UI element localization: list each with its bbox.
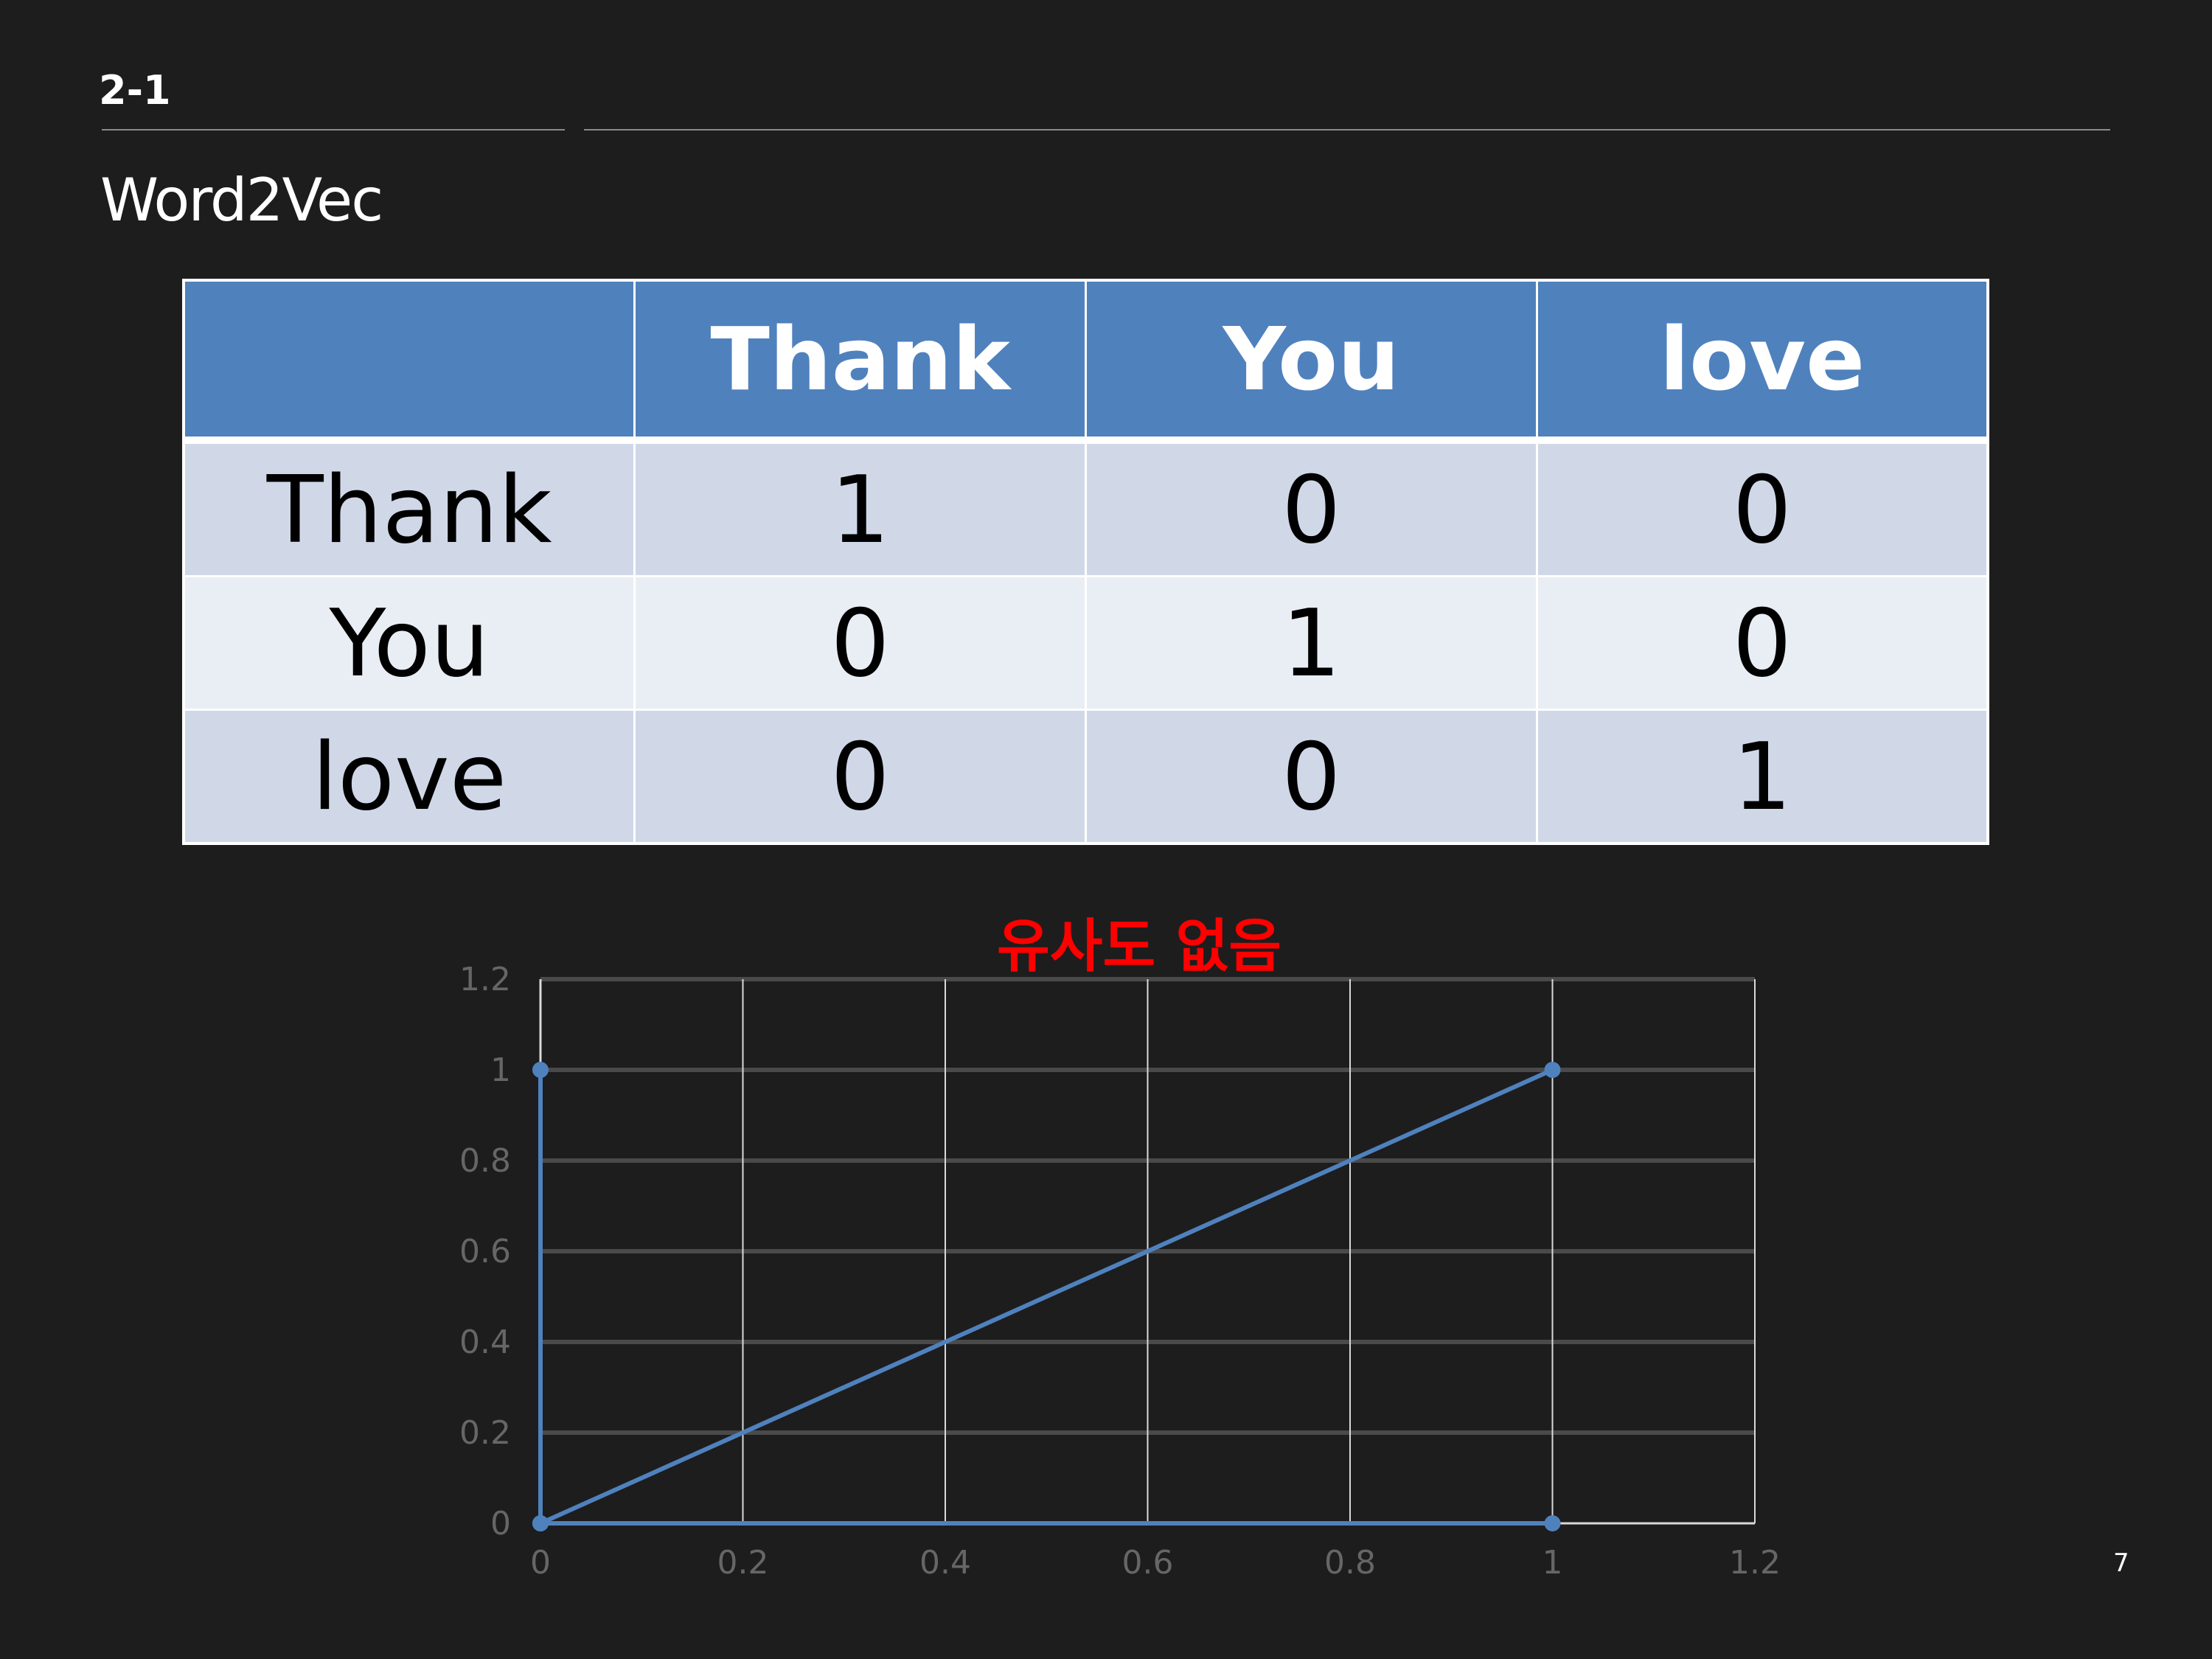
x-tick-label: 0.8	[1324, 1544, 1376, 1582]
x-tick-label: 0	[530, 1544, 551, 1582]
x-tick-label: 0.2	[717, 1544, 769, 1582]
x-tick-label: 1	[1543, 1544, 1563, 1582]
x-tick-label: 1.2	[1729, 1544, 1781, 1582]
y-tick-label: 1	[490, 1051, 511, 1089]
data-point	[1544, 1515, 1561, 1531]
y-tick-label: 1.2	[459, 961, 511, 998]
y-tick-label: 0.4	[459, 1324, 511, 1361]
y-tick-label: 0.6	[459, 1233, 511, 1270]
x-tick-label: 0.6	[1122, 1544, 1174, 1582]
similarity-chart: 유사도 없음 0 0.2 0.4 0.6 0.8 1 1.2 0 0.2 0.4 0.6 0.8 1 1.…	[459, 914, 1781, 1582]
data-point	[532, 1515, 549, 1531]
chart-title: 유사도 없음	[997, 914, 1281, 980]
x-tick-label: 0.4	[919, 1544, 971, 1582]
page-number: 7	[2113, 1548, 2129, 1578]
data-point	[1544, 1062, 1561, 1078]
y-tick-label: 0.2	[459, 1414, 511, 1452]
chart-plot-area: 0 0.2 0.4 0.6 0.8 1 1.2 0 0.2 0.4 0.6 0.8 1 1.2	[459, 961, 1781, 1582]
slide: 2-1 Word2Vec Thank You love Thank 1 0 0 …	[0, 0, 2212, 1659]
data-point	[532, 1062, 549, 1078]
y-tick-label: 0	[490, 1505, 511, 1543]
series-line	[539, 1068, 1554, 1526]
y-tick-label: 0.8	[459, 1142, 511, 1180]
